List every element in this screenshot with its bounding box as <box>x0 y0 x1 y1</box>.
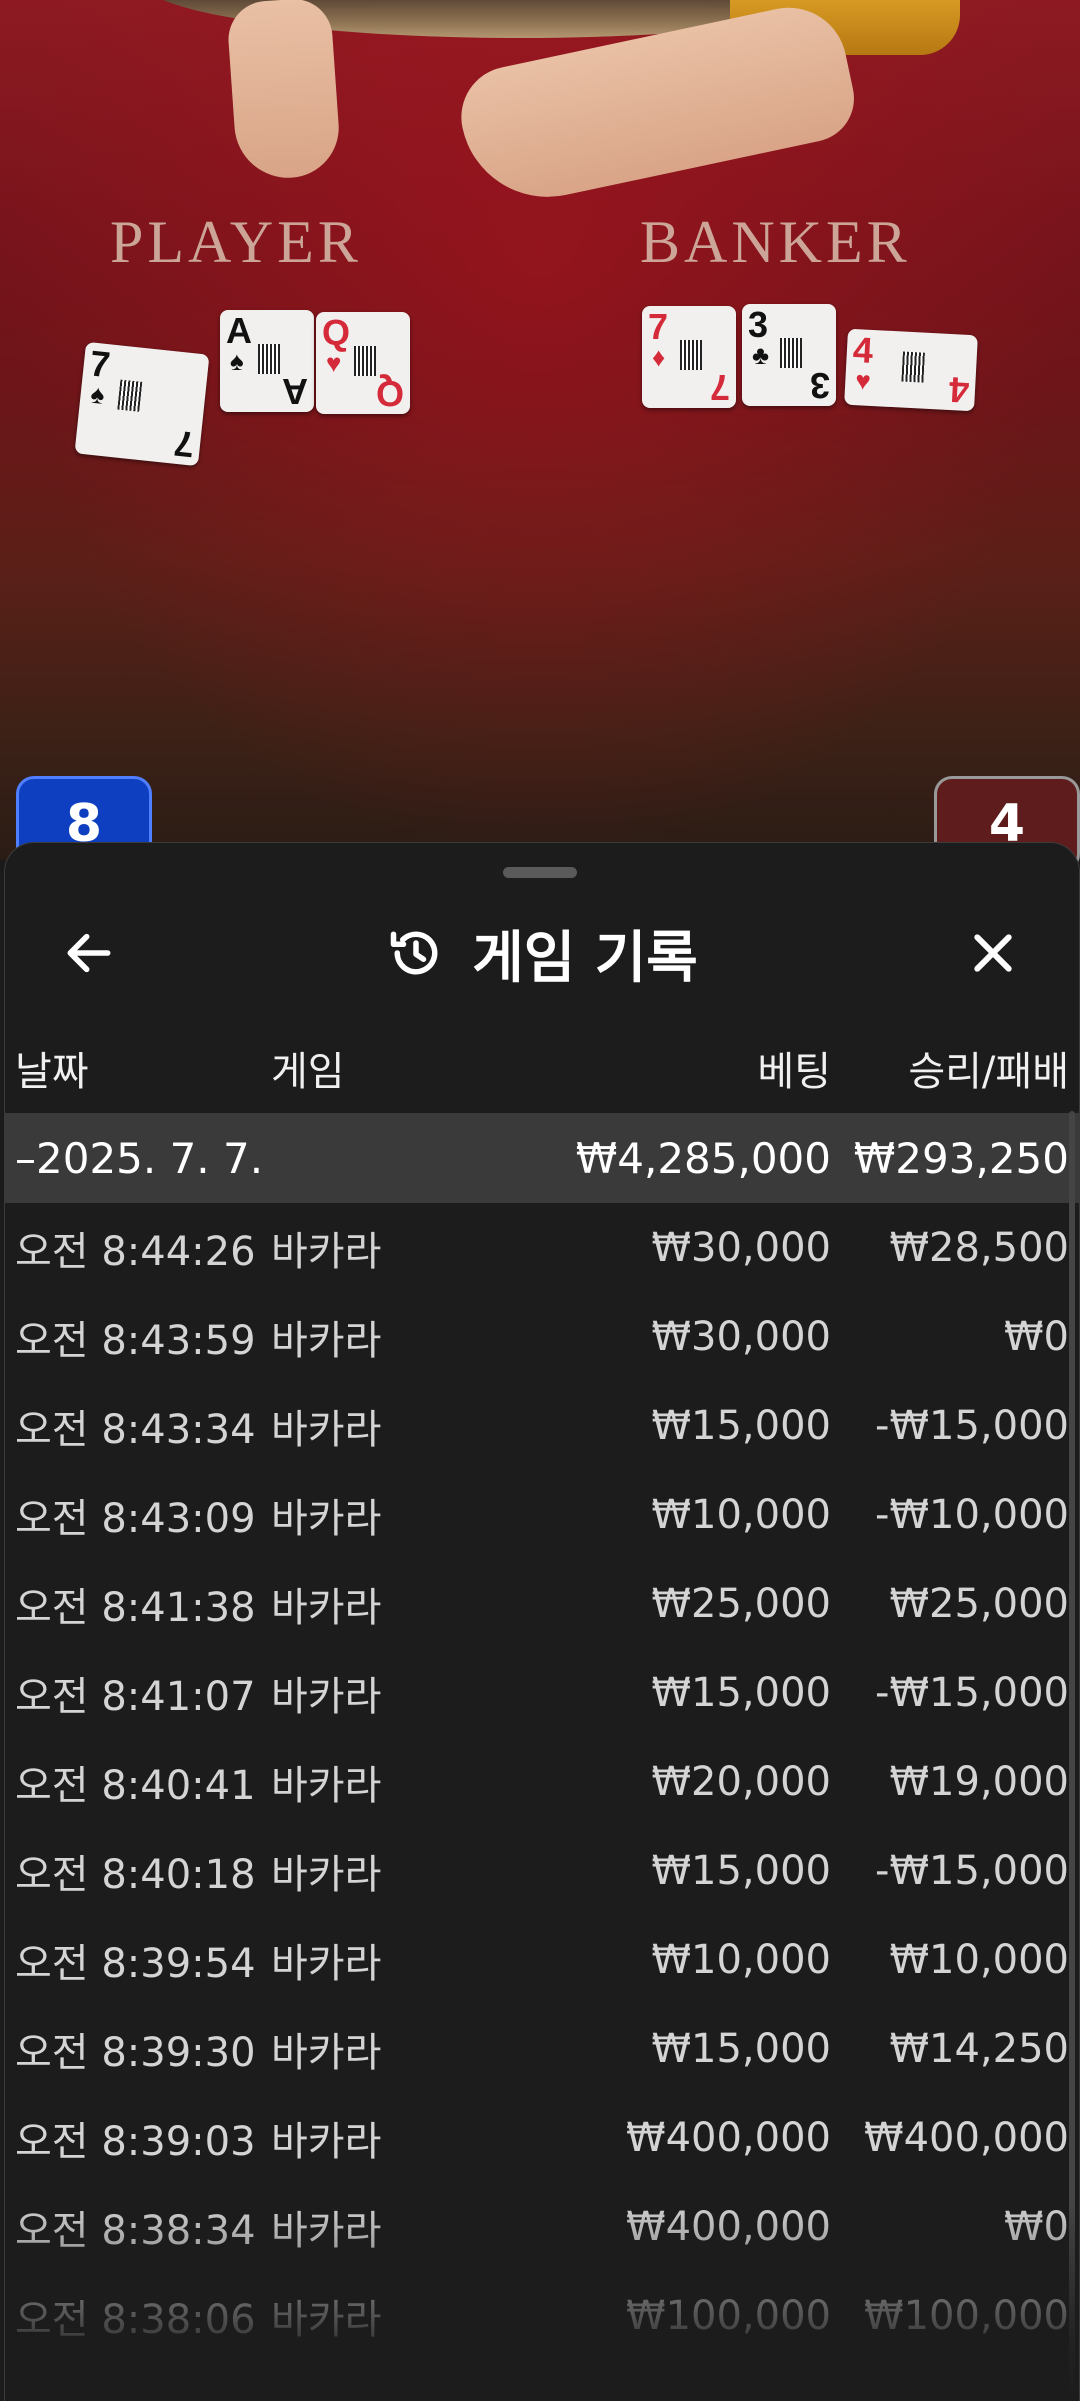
row-bet: ₩30,000 <box>651 1314 831 1360</box>
row-bet: ₩25,000 <box>651 1581 831 1627</box>
table-row[interactable]: 오전 8:38:34 바카라 ₩400,000 ₩0 <box>5 2182 1079 2272</box>
row-time: 오전 8:44:26 <box>15 1229 256 1275</box>
column-header-bet: 베팅 <box>757 1049 831 1095</box>
row-result: ₩0 <box>1004 1314 1069 1360</box>
row-result: -₩15,000 <box>875 1670 1069 1716</box>
row-game: 바카라 <box>271 2208 382 2254</box>
row-game: 바카라 <box>271 2297 382 2343</box>
row-result: -₩15,000 <box>875 1848 1069 1894</box>
table-row[interactable]: 오전 8:40:41 바카라 ₩20,000 ₩19,000 <box>5 1737 1079 1827</box>
table-row[interactable]: 오전 8:38:06 바카라 ₩100,000 ₩100,000 <box>5 2271 1079 2361</box>
table-row[interactable]: 오전 8:44:26 바카라 ₩30,000 ₩28,500 <box>5 1203 1079 1293</box>
row-bet: ₩30,000 <box>651 1225 831 1271</box>
row-time: 오전 8:39:54 <box>15 1941 256 1987</box>
table-row[interactable]: 오전 8:40:18 바카라 ₩15,000 -₩15,000 <box>5 1826 1079 1916</box>
dealer-left-hand <box>225 0 343 182</box>
row-bet: ₩10,000 <box>651 1492 831 1538</box>
live-video-background: PLAYER BANKER 7 ♠ 7 A ♠ A Q ♥ Q 7 ♦ 7 3 ♣ 3 4… <box>0 0 1080 872</box>
row-bet: ₩15,000 <box>651 2026 831 2072</box>
banker-zone-label: BANKER <box>640 209 911 275</box>
column-header-game: 게임 <box>271 1049 345 1095</box>
row-time: 오전 8:38:34 <box>15 2208 256 2254</box>
row-bet: ₩15,000 <box>651 1403 831 1449</box>
row-game: 바카라 <box>271 2030 382 2076</box>
sheet-title: 게임 기록 <box>472 925 698 991</box>
date-group-row[interactable]: –2025. 7. 7. ₩4,285,000 ₩293,250 <box>5 1113 1079 1203</box>
player-zone-label: PLAYER <box>110 209 362 275</box>
close-icon <box>974 934 1012 972</box>
banker-card-1: 7 ♦ 7 <box>642 306 736 408</box>
row-game: 바카라 <box>271 1407 382 1453</box>
row-game: 바카라 <box>271 1496 382 1542</box>
row-time: 오전 8:40:41 <box>15 1763 256 1809</box>
table-row[interactable]: 오전 8:41:38 바카라 ₩25,000 ₩25,000 <box>5 1559 1079 1649</box>
table-row[interactable]: 오전 8:39:03 바카라 ₩400,000 ₩400,000 <box>5 2093 1079 2183</box>
table-row[interactable]: 오전 8:39:54 바카라 ₩10,000 ₩10,000 <box>5 1915 1079 2005</box>
row-time: 오전 8:38:06 <box>15 2297 256 2343</box>
table-header: 날짜 게임 베팅 승리/패배 <box>5 1023 1079 1113</box>
column-header-date: 날짜 <box>15 1049 89 1095</box>
row-game: 바카라 <box>271 1852 382 1898</box>
row-game: 바카라 <box>271 1229 382 1275</box>
row-result: ₩19,000 <box>889 1759 1069 1805</box>
player-card-1: 7 ♠ 7 <box>74 341 210 467</box>
row-result: ₩10,000 <box>889 1937 1069 1983</box>
row-game: 바카라 <box>271 2119 382 2165</box>
row-time: 오전 8:43:59 <box>15 1318 256 1364</box>
row-bet: ₩15,000 <box>651 1848 831 1894</box>
sheet-header: 게임 기록 <box>5 903 1079 1003</box>
row-time: 오전 8:41:38 <box>15 1585 256 1631</box>
row-game: 바카라 <box>271 1318 382 1364</box>
table-row[interactable]: 오전 8:41:07 바카라 ₩15,000 -₩15,000 <box>5 1648 1079 1738</box>
row-bet: ₩400,000 <box>626 2204 831 2250</box>
close-button[interactable] <box>945 905 1041 1001</box>
row-bet: ₩15,000 <box>651 1670 831 1716</box>
row-time: 오전 8:43:34 <box>15 1407 256 1453</box>
table-row[interactable]: 오전 8:43:59 바카라 ₩30,000 ₩0 <box>5 1292 1079 1382</box>
row-time: 오전 8:39:03 <box>15 2119 256 2165</box>
row-game: 바카라 <box>271 1585 382 1631</box>
row-result: ₩14,250 <box>889 2026 1069 2072</box>
player-card-3: Q ♥ Q <box>316 312 410 414</box>
scrollbar[interactable] <box>1069 1111 1075 2401</box>
table-row[interactable]: 오전 8:39:30 바카라 ₩15,000 ₩14,250 <box>5 2004 1079 2094</box>
group-total-bet: ₩4,285,000 <box>575 1133 831 1183</box>
column-header-result: 승리/패배 <box>908 1049 1069 1095</box>
row-game: 바카라 <box>271 1941 382 1987</box>
row-time: 오전 8:40:18 <box>15 1852 256 1898</box>
row-result: -₩15,000 <box>875 1403 1069 1449</box>
row-bet: ₩100,000 <box>626 2293 831 2339</box>
row-result: ₩100,000 <box>864 2293 1069 2339</box>
row-result: ₩28,500 <box>889 1225 1069 1271</box>
game-history-sheet: 게임 기록 날짜 게임 베팅 승리/패배 –2025. 7. 7. ₩4,285… <box>4 842 1080 2401</box>
table-row[interactable]: 오전 8:43:34 바카라 ₩15,000 -₩15,000 <box>5 1381 1079 1471</box>
table-row[interactable]: 오전 8:43:09 바카라 ₩10,000 -₩10,000 <box>5 1470 1079 1560</box>
banker-card-2: 3 ♣ 3 <box>742 304 836 406</box>
group-date: –2025. 7. 7. <box>15 1133 264 1183</box>
row-result: -₩10,000 <box>875 1492 1069 1538</box>
row-time: 오전 8:43:09 <box>15 1496 256 1542</box>
group-total-result: ₩293,250 <box>853 1133 1069 1183</box>
sheet-drag-handle[interactable] <box>503 867 577 878</box>
banker-card-3: 4 ♥ 4 <box>844 328 978 412</box>
row-result: ₩25,000 <box>889 1581 1069 1627</box>
row-result: ₩400,000 <box>864 2115 1069 2161</box>
row-game: 바카라 <box>271 1763 382 1809</box>
history-icon <box>390 931 438 975</box>
row-result: ₩0 <box>1004 2204 1069 2250</box>
row-bet: ₩10,000 <box>651 1937 831 1983</box>
row-bet: ₩20,000 <box>651 1759 831 1805</box>
row-bet: ₩400,000 <box>626 2115 831 2161</box>
row-time: 오전 8:41:07 <box>15 1674 256 1720</box>
row-game: 바카라 <box>271 1674 382 1720</box>
player-card-2: A ♠ A <box>220 310 314 412</box>
row-time: 오전 8:39:30 <box>15 2030 256 2076</box>
